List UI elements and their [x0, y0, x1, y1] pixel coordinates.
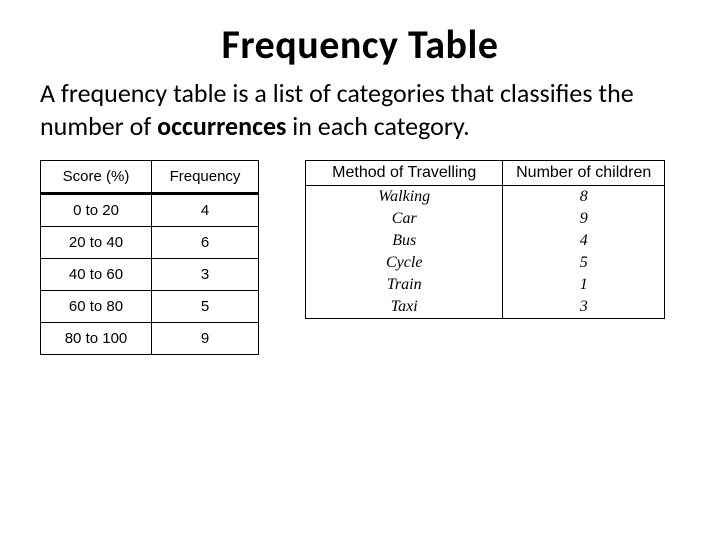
table-cell: 8: [503, 186, 665, 209]
table-row: Method of Travelling Number of children: [306, 161, 665, 186]
table-header: Frequency: [152, 161, 259, 194]
desc-text-post: in each category.: [286, 110, 469, 142]
table-row: Walking 8: [306, 186, 665, 209]
table-cell: 40 to 60: [41, 259, 152, 291]
table-row: Score (%) Frequency: [41, 161, 259, 194]
table-row: 80 to 100 9: [41, 323, 259, 355]
table-cell: 9: [503, 208, 665, 230]
travel-method-table: Method of Travelling Number of children …: [305, 160, 665, 319]
table-row: Taxi 3: [306, 296, 665, 319]
table-cell: Car: [306, 208, 503, 230]
table-row: Cycle 5: [306, 252, 665, 274]
table-row: Car 9: [306, 208, 665, 230]
table-row: Train 1: [306, 274, 665, 296]
table-row: 40 to 60 3: [41, 259, 259, 291]
description: A frequency table is a list of categorie…: [40, 77, 680, 142]
table-row: 0 to 20 4: [41, 194, 259, 227]
score-frequency-table: Score (%) Frequency 0 to 20 4 20 to 40 6…: [40, 160, 259, 355]
table-cell: 5: [152, 291, 259, 323]
slide: Frequency Table A frequency table is a l…: [0, 0, 720, 355]
table-cell: 6: [152, 227, 259, 259]
table-cell: 0 to 20: [41, 194, 152, 227]
table-cell: 20 to 40: [41, 227, 152, 259]
table-header: Method of Travelling: [306, 161, 503, 186]
table-cell: Train: [306, 274, 503, 296]
desc-bold: occurrences: [157, 110, 286, 142]
tables-row: Score (%) Frequency 0 to 20 4 20 to 40 6…: [40, 160, 680, 355]
table-cell: Walking: [306, 186, 503, 209]
table-cell: 1: [503, 274, 665, 296]
table-row: Bus 4: [306, 230, 665, 252]
table-cell: 60 to 80: [41, 291, 152, 323]
table-cell: 4: [152, 194, 259, 227]
table-row: 20 to 40 6: [41, 227, 259, 259]
table-cell: 9: [152, 323, 259, 355]
table-cell: 3: [503, 296, 665, 319]
table-cell: 80 to 100: [41, 323, 152, 355]
table-row: 60 to 80 5: [41, 291, 259, 323]
table-cell: 4: [503, 230, 665, 252]
page-title: Frequency Table: [40, 20, 680, 69]
table-cell: Taxi: [306, 296, 503, 319]
table-cell: Cycle: [306, 252, 503, 274]
table-header: Score (%): [41, 161, 152, 194]
table-cell: 3: [152, 259, 259, 291]
table-cell: 5: [503, 252, 665, 274]
table-cell: Bus: [306, 230, 503, 252]
table-header: Number of children: [503, 161, 665, 186]
